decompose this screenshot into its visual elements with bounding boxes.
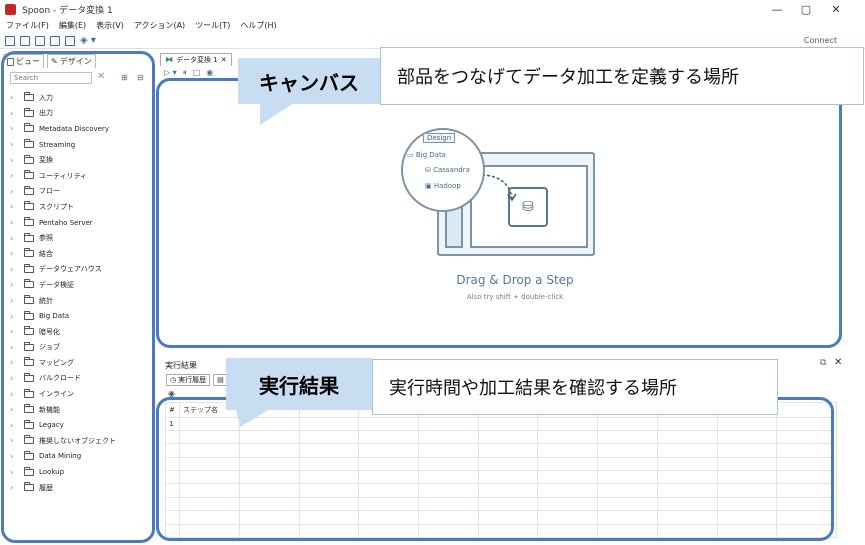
title-bar: Spoon - データ変換 1 — ▢ ✕ [0,0,865,18]
pause-icon[interactable]: ⏸ [183,68,187,78]
stop-icon[interactable]: □ [193,68,201,78]
window-title: Spoon - データ変換 1 [22,5,113,16]
connect-button[interactable]: Connect [804,36,837,45]
results-panel-title: 実行結果 [165,361,197,370]
new-file-icon[interactable] [5,35,15,46]
save-as-icon[interactable] [65,35,75,46]
perspective-layers-icon[interactable]: ◈ ▾ [80,35,96,46]
close-tab-icon[interactable]: ✕ [221,56,227,64]
menu-edit[interactable]: 編集(E) [59,20,86,31]
canvas-callout-description: 部品をつなげてデータ加工を定義する場所 [380,47,864,105]
tab-transformation-1[interactable]: ⧓ データ変換 1 ✕ [160,52,232,66]
open-file-icon[interactable] [20,35,30,46]
maximize-button[interactable]: ▢ [792,0,820,18]
tab-execution-history-label: 実行履歴 [178,376,207,384]
menu-bar: ファイル(F) 編集(E) 表示(V) アクション(A) ツール(T) ヘルプ(… [0,18,865,33]
left-panel-highlight [1,51,155,543]
menu-help[interactable]: ヘルプ(H) [240,20,276,31]
preview-eye-icon[interactable]: ◉ [206,68,213,78]
canvas-callout-tail [260,103,294,125]
menu-file[interactable]: ファイル(F) [6,20,49,31]
explore-repository-icon[interactable] [35,35,45,46]
maximize-panel-icon[interactable]: ⧉ [820,358,826,368]
menu-tools[interactable]: ツール(T) [195,20,230,31]
run-icon[interactable]: ▷ ▾ [164,68,177,78]
menu-action[interactable]: アクション(A) [134,20,185,31]
results-callout-tail [236,409,270,427]
results-tabs: ◷ 実行履歴 ▤ [166,374,228,386]
close-panel-icon[interactable]: ✕ [834,357,842,368]
canvas-tab-label: データ変換 1 [176,55,218,64]
close-button[interactable]: ✕ [822,0,850,18]
transformation-icon: ⧓ [165,55,173,64]
menu-view[interactable]: 表示(V) [96,20,124,31]
results-callout-label: 実行結果 [226,358,372,410]
minimize-button[interactable]: — [763,0,791,18]
canvas-callout-label: キャンバス [238,58,380,104]
log-icon: ▤ [217,376,224,384]
canvas-highlight [156,78,842,348]
tab-execution-history[interactable]: ◷ 実行履歴 [166,374,211,386]
spoon-app-icon [5,3,16,15]
results-callout-description: 実行時間や加工結果を確認する場所 [372,359,778,415]
save-icon[interactable] [50,35,60,46]
canvas-toolbar: ▷ ▾ ⏸ □ ◉ [164,68,213,78]
history-clock-icon: ◷ [170,376,177,384]
